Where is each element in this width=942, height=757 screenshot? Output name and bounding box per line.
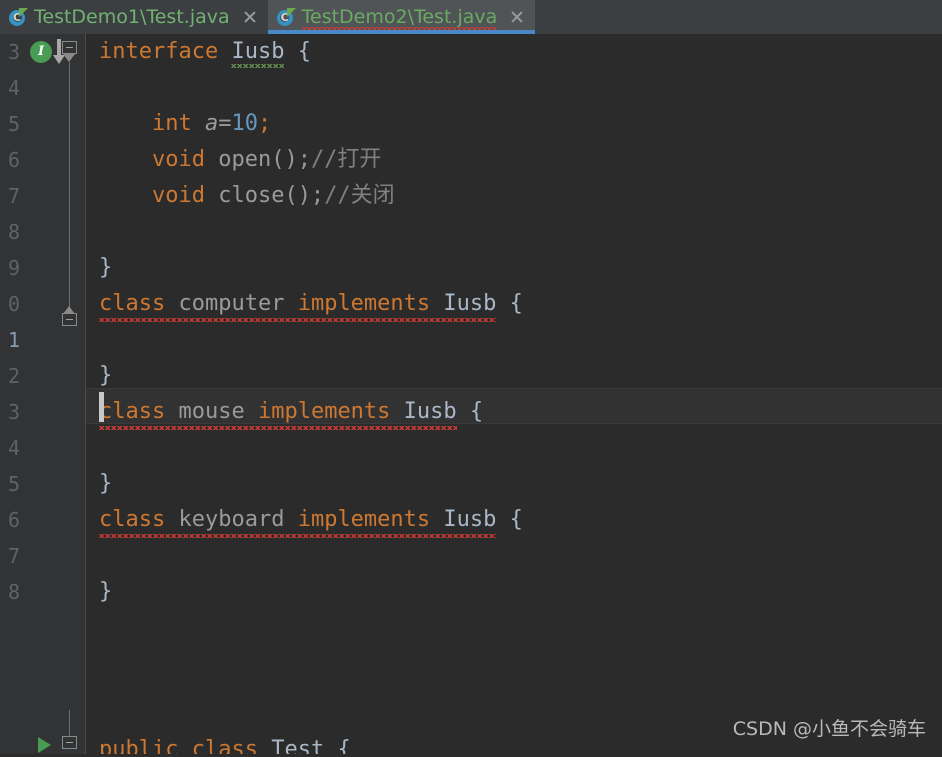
fold-region-line bbox=[69, 710, 70, 738]
token-brace: { bbox=[509, 291, 523, 316]
token-number: 10 bbox=[231, 111, 258, 136]
token-field: a bbox=[204, 111, 219, 136]
token-keyword: interface bbox=[99, 39, 219, 64]
token-keyword: implements bbox=[297, 507, 431, 532]
tab-label: TestDemo2\Test.java bbox=[301, 6, 498, 31]
token-type-name: Iusb bbox=[403, 399, 457, 424]
token-keyword: void bbox=[151, 183, 205, 208]
line-number: 8 bbox=[7, 220, 20, 244]
code-line-13[interactable]: class mouse implements Iusb { bbox=[86, 394, 942, 430]
token-keyword: void bbox=[151, 147, 205, 172]
code-line-7[interactable]: void close();//关闭 bbox=[86, 178, 942, 214]
token-keyword: class bbox=[99, 507, 166, 532]
code-line-3[interactable]: interface Iusb { bbox=[86, 34, 942, 70]
line-number: 8 bbox=[7, 580, 20, 604]
token-class-name: Test bbox=[271, 737, 325, 754]
token-keyword: implements bbox=[297, 291, 431, 316]
error-underline: class mouse implements Iusb bbox=[99, 394, 457, 430]
code-line-12[interactable]: } bbox=[86, 358, 942, 394]
line-number: 5 bbox=[7, 112, 20, 136]
token-keyword: class bbox=[191, 737, 258, 754]
token-comment: //关闭 bbox=[324, 183, 395, 208]
token-brace: } bbox=[99, 363, 113, 388]
line-number: 2 bbox=[7, 364, 20, 388]
token-class-name: computer bbox=[178, 291, 285, 316]
line-number: 3 bbox=[7, 40, 20, 64]
line-number: 6 bbox=[7, 508, 20, 532]
code-line-15[interactable]: } bbox=[86, 466, 942, 502]
line-number-active: 1 bbox=[7, 328, 20, 352]
token-type-name: Iusb bbox=[231, 34, 284, 70]
java-class-icon: C bbox=[8, 7, 28, 27]
line-number: 7 bbox=[7, 544, 20, 568]
tab-label: TestDemo1\Test.java bbox=[34, 6, 230, 28]
fold-arrow-down-icon bbox=[63, 54, 76, 62]
code-line-17[interactable] bbox=[86, 538, 942, 574]
tab-testdemo1-test-java[interactable]: C TestDemo1\Test.java bbox=[0, 0, 268, 34]
token-keyword: class bbox=[99, 399, 166, 424]
token-type-name: Iusb bbox=[443, 291, 497, 316]
code-line-10[interactable]: class computer implements Iusb { bbox=[86, 286, 942, 322]
line-number: 9 bbox=[7, 256, 20, 280]
code-editor[interactable]: 3 4 5 6 7 8 9 0 1 2 3 4 5 6 7 8 I interf… bbox=[0, 34, 942, 754]
token-keyword: class bbox=[99, 291, 166, 316]
code-line-16[interactable]: class keyboard implements Iusb { bbox=[86, 502, 942, 538]
line-number: 6 bbox=[7, 148, 20, 172]
watermark-text: CSDN @小鱼不会骑车 bbox=[732, 718, 926, 740]
code-line-14[interactable] bbox=[86, 430, 942, 466]
close-icon[interactable] bbox=[509, 9, 525, 25]
code-line-8[interactable] bbox=[86, 214, 942, 250]
token-keyword: int bbox=[151, 111, 192, 136]
line-number: 5 bbox=[7, 472, 20, 496]
java-class-icon: C bbox=[276, 7, 296, 27]
editor-gutter[interactable]: 3 4 5 6 7 8 9 0 1 2 3 4 5 6 7 8 I bbox=[0, 34, 86, 754]
fold-region-line bbox=[69, 62, 70, 314]
run-gutter-icon[interactable] bbox=[38, 737, 51, 753]
token-class-name: keyboard bbox=[178, 507, 285, 532]
code-line-18[interactable]: } bbox=[86, 574, 942, 610]
token-brace: { bbox=[297, 39, 311, 64]
code-text-area[interactable]: interface Iusb { int a=10; void open();/… bbox=[86, 34, 942, 754]
line-number: 7 bbox=[7, 184, 20, 208]
token-brace: } bbox=[99, 255, 113, 280]
close-icon[interactable] bbox=[242, 9, 258, 25]
text-caret bbox=[99, 392, 104, 422]
implemented-by-icon[interactable]: I bbox=[30, 41, 52, 63]
token-brace: } bbox=[99, 471, 113, 496]
token-comment: //打开 bbox=[310, 147, 382, 172]
line-number: 4 bbox=[7, 436, 20, 460]
editor-tab-bar: C TestDemo1\Test.java C TestDemo2\Test.j… bbox=[0, 0, 942, 34]
code-line-9[interactable]: } bbox=[86, 250, 942, 286]
code-line-11[interactable] bbox=[86, 322, 942, 358]
error-underline: class computer implements Iusb bbox=[99, 286, 497, 322]
line-number: 4 bbox=[7, 76, 20, 100]
code-line-6[interactable]: void open();//打开 bbox=[86, 142, 942, 178]
line-number: 3 bbox=[7, 400, 20, 424]
token-class-name: mouse bbox=[178, 399, 245, 424]
token-brace: { bbox=[337, 737, 351, 754]
error-underline: class keyboard implements Iusb bbox=[99, 502, 497, 538]
token-type-name: Iusb bbox=[443, 507, 497, 532]
line-number: 0 bbox=[7, 292, 20, 316]
fold-collapse-icon[interactable] bbox=[62, 313, 79, 334]
token-method: close(); bbox=[218, 183, 325, 208]
token-keyword: public bbox=[99, 737, 179, 754]
token-operator: = bbox=[218, 111, 232, 136]
tab-label-text: TestDemo2\Test.java bbox=[301, 6, 498, 28]
code-line-4[interactable] bbox=[86, 70, 942, 106]
token-semicolon: ; bbox=[257, 111, 272, 136]
token-keyword: implements bbox=[257, 399, 391, 424]
token-brace: } bbox=[99, 579, 113, 604]
code-line-5[interactable]: int a=10; bbox=[86, 106, 942, 142]
token-brace: { bbox=[509, 507, 523, 532]
token-method: open(); bbox=[218, 147, 311, 172]
tab-testdemo2-test-java[interactable]: C TestDemo2\Test.java bbox=[267, 0, 536, 34]
token-brace: { bbox=[469, 399, 484, 424]
